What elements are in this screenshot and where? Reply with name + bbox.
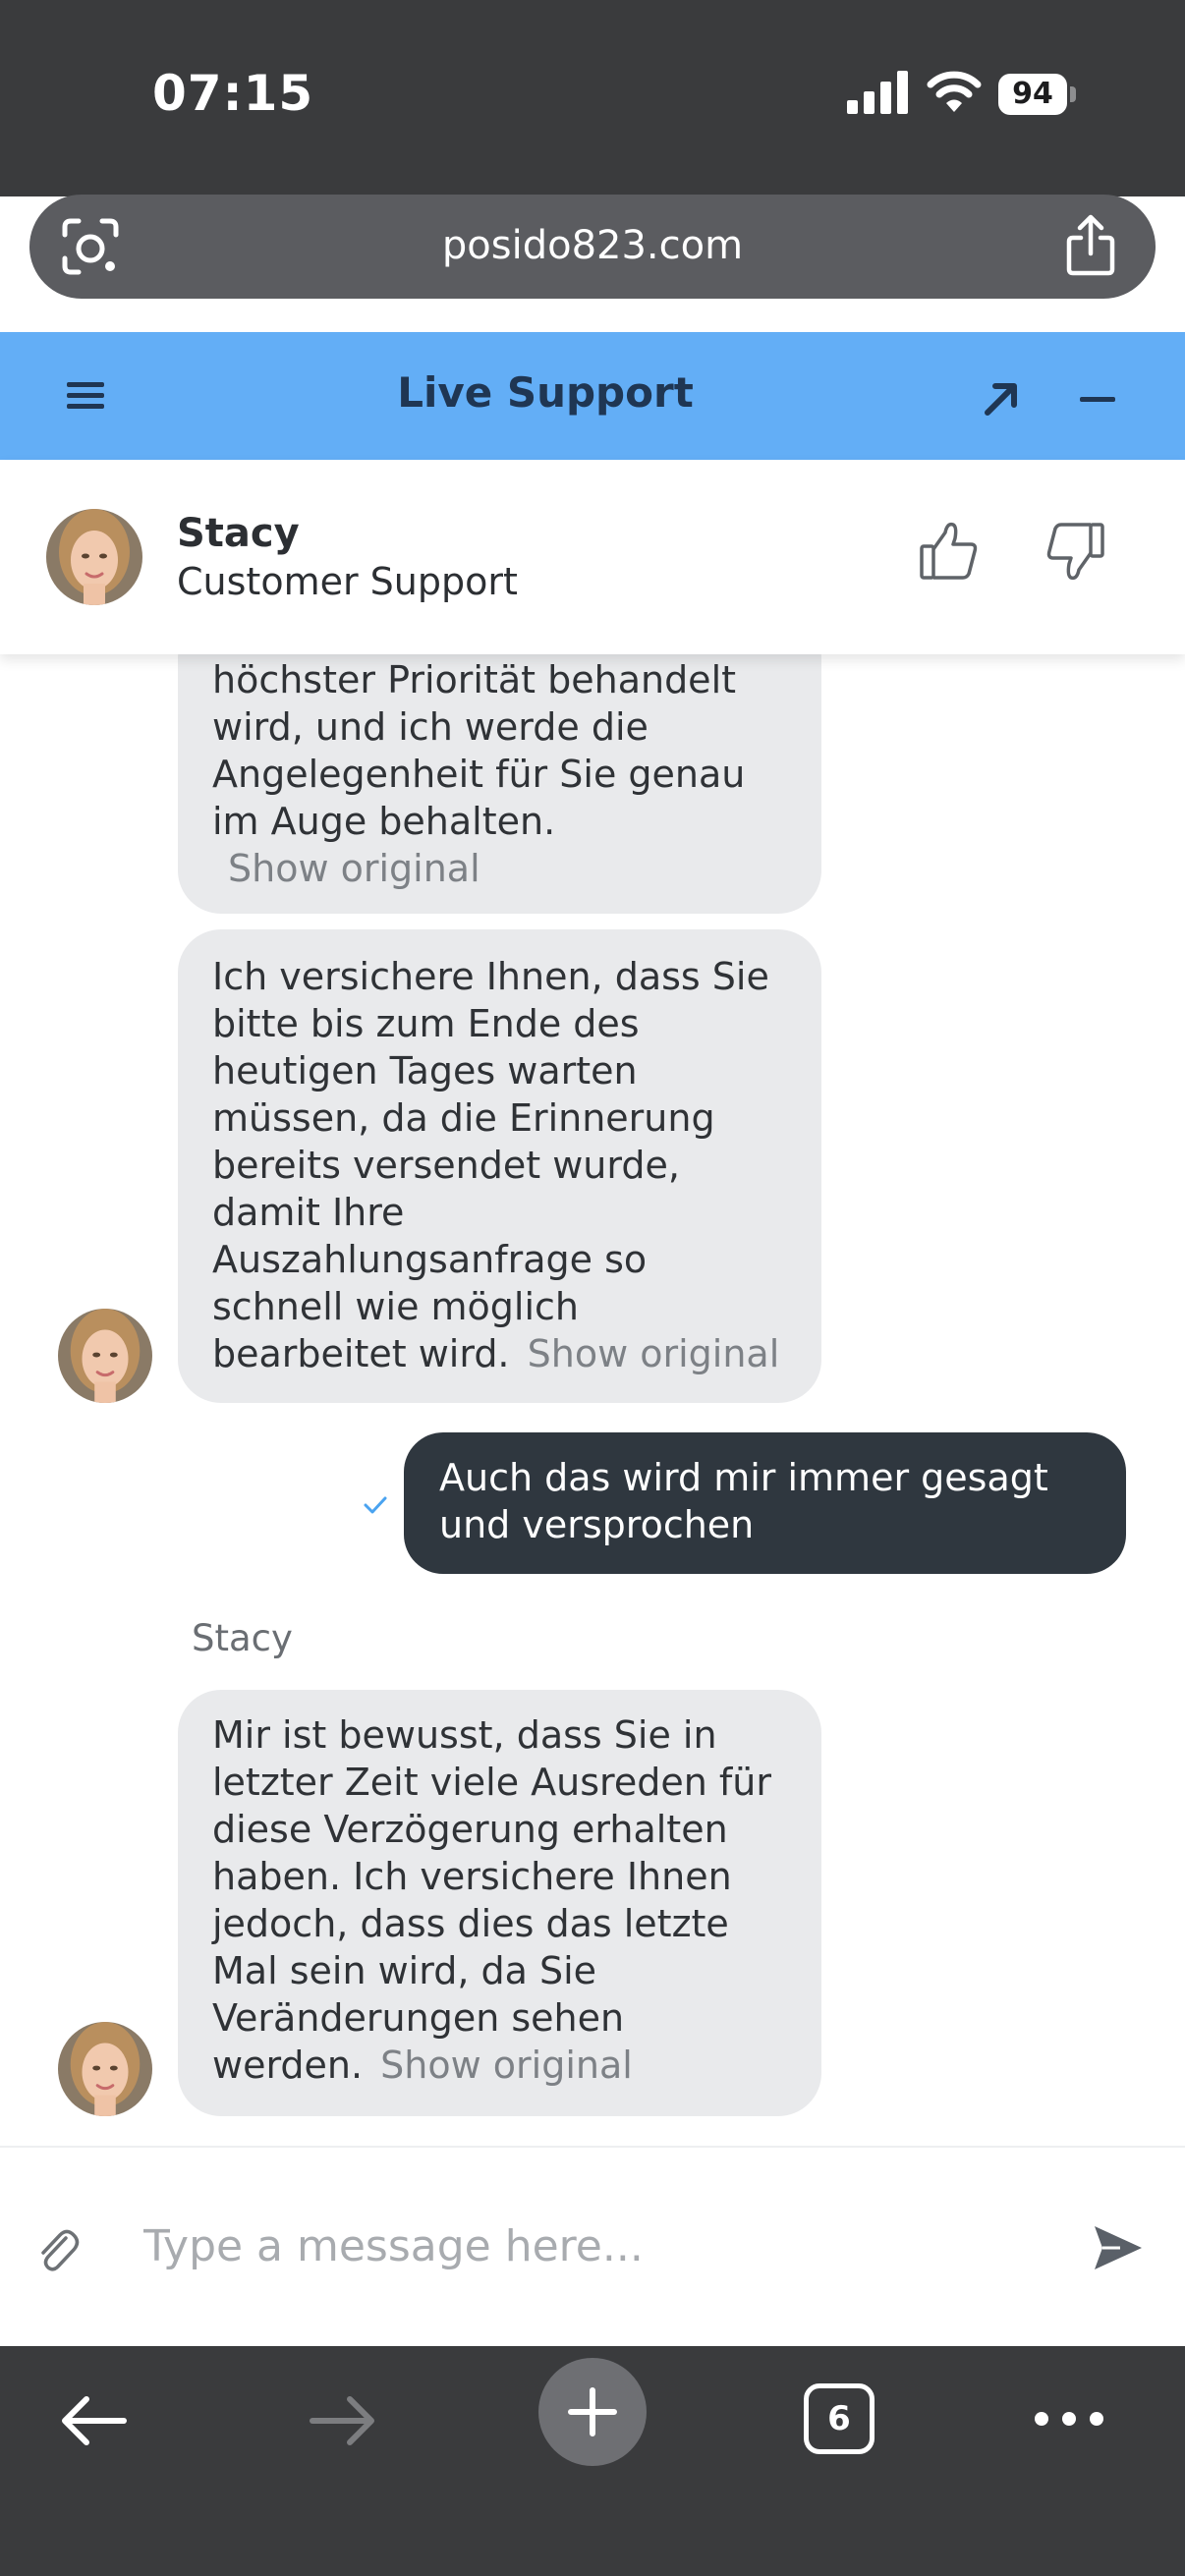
battery-level: 94 <box>1012 77 1053 111</box>
more-icon[interactable] <box>1032 2407 1106 2431</box>
status-time: 07:15 <box>152 65 314 122</box>
agent-bar: Stacy Customer Support <box>0 460 1185 654</box>
send-icon[interactable] <box>1091 2220 1146 2275</box>
incoming-message: höchster Priorität behandelt wird, und i… <box>178 654 821 914</box>
signal-icon <box>847 71 908 114</box>
header-title: Live Support <box>397 368 694 417</box>
avatar <box>58 1309 152 1403</box>
battery-icon: 94 <box>998 74 1077 115</box>
new-tab-button[interactable] <box>538 2358 647 2466</box>
lens-icon[interactable] <box>61 217 120 276</box>
avatar <box>46 509 142 605</box>
message-input[interactable] <box>143 2207 1057 2285</box>
composer <box>0 2146 1185 2348</box>
sender-name: Stacy <box>192 1617 293 1659</box>
show-original-link[interactable]: Show original <box>228 847 480 890</box>
status-bar: 07:15 94 posido823.com <box>0 0 1185 299</box>
chat-messages[interactable]: höchster Priorität behandelt wird, und i… <box>0 654 1185 2146</box>
avatar <box>58 2022 152 2116</box>
battery-tip <box>1070 86 1076 102</box>
browser-toolbar: 6 <box>0 2346 1185 2576</box>
agent-name: Stacy <box>177 511 300 556</box>
url-bar[interactable]: posido823.com <box>29 195 1156 299</box>
forward-icon[interactable] <box>305 2389 379 2452</box>
incoming-message: Mir ist bewusst, dass Sie in letzter Zei… <box>178 1690 821 2116</box>
outgoing-message: Auch das wird mir immer gesagt und versp… <box>404 1432 1126 1574</box>
plus-icon <box>568 2387 617 2436</box>
incoming-message: Ich versichere Ihnen, dass Sie bitte bis… <box>178 929 821 1403</box>
back-icon[interactable] <box>57 2389 132 2452</box>
message-text: Auch das wird mir immer gesagt und versp… <box>439 1456 1048 1546</box>
support-header: Live Support <box>0 332 1185 460</box>
show-original-link[interactable]: Show original <box>380 2044 633 2087</box>
minimize-icon[interactable] <box>1074 375 1121 422</box>
tabs-icon[interactable]: 6 <box>804 2383 875 2454</box>
message-text: Mir ist bewusst, dass Sie in letzter Zei… <box>212 1713 771 2087</box>
share-icon[interactable] <box>1061 214 1120 277</box>
tab-count: 6 <box>827 2399 851 2438</box>
thumbs-down-icon[interactable] <box>1042 519 1106 584</box>
show-original-link[interactable]: Show original <box>528 1332 780 1375</box>
message-text: Ich versichere Ihnen, dass Sie bitte bis… <box>212 955 769 1375</box>
paperclip-icon[interactable] <box>35 2224 81 2275</box>
message-text: höchster Priorität behandelt wird, und i… <box>212 658 746 843</box>
url-text[interactable]: posido823.com <box>29 195 1156 297</box>
check-icon <box>364 1496 387 1514</box>
wifi-icon <box>927 71 982 112</box>
thumbs-up-icon[interactable] <box>918 519 983 584</box>
expand-icon[interactable] <box>978 375 1025 422</box>
agent-role: Customer Support <box>177 560 518 603</box>
